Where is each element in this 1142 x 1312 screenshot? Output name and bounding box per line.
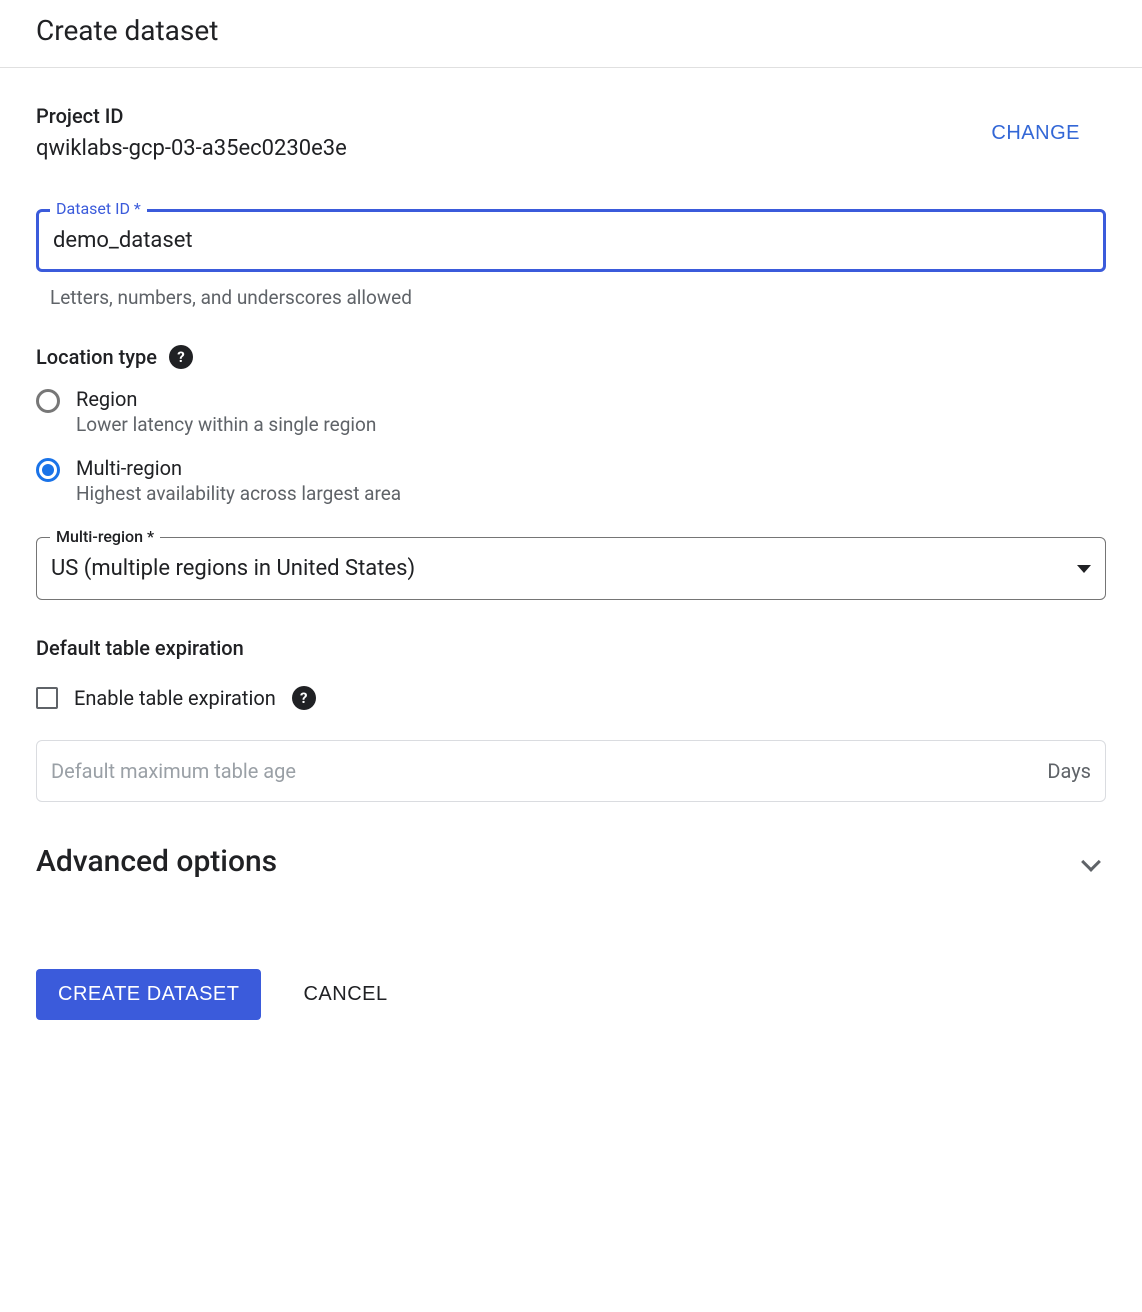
max-table-age-suffix: Days (1047, 759, 1091, 783)
create-dataset-button[interactable]: CREATE DATASET (36, 969, 261, 1020)
dataset-id-label: Dataset ID * (50, 199, 147, 218)
radio-button-multi-region[interactable] (36, 458, 60, 482)
max-table-age-placeholder: Default maximum table age (51, 759, 296, 783)
dataset-id-input[interactable] (36, 209, 1106, 272)
table-expiration-title: Default table expiration (36, 636, 1106, 660)
project-id-label: Project ID (36, 104, 347, 128)
location-type-label: Location type (36, 345, 157, 369)
action-buttons: CREATE DATASET CANCEL (36, 969, 1106, 1020)
location-type-header: Location type ? (36, 345, 1106, 369)
multi-region-select[interactable]: US (multiple regions in United States) (36, 537, 1106, 600)
project-id-value: qwiklabs-gcp-03-a35ec0230e3e (36, 136, 347, 161)
max-table-age-field: Default maximum table age Days (36, 740, 1106, 802)
advanced-options-toggle[interactable]: Advanced options (36, 844, 1106, 879)
radio-button-region[interactable] (36, 389, 60, 413)
help-icon[interactable]: ? (292, 686, 316, 710)
multi-region-select-wrap: Multi-region * US (multiple regions in U… (36, 537, 1106, 600)
chevron-down-icon (1081, 852, 1101, 872)
radio-option-multi-region[interactable]: Multi-region Highest availability across… (36, 456, 1106, 505)
enable-expiration-label: Enable table expiration (74, 686, 276, 710)
multi-region-label: Multi-region * (50, 527, 160, 546)
cancel-button[interactable]: CANCEL (303, 983, 387, 1006)
advanced-options-title: Advanced options (36, 844, 277, 879)
dataset-id-helper: Letters, numbers, and underscores allowe… (36, 280, 1106, 309)
dialog-content: Project ID qwiklabs-gcp-03-a35ec0230e3e … (0, 68, 1142, 1020)
max-table-age-input[interactable]: Default maximum table age Days (36, 740, 1106, 802)
enable-expiration-row: Enable table expiration ? (36, 686, 1106, 710)
enable-expiration-checkbox[interactable] (36, 687, 58, 709)
page-title: Create dataset (36, 14, 1106, 47)
help-icon[interactable]: ? (169, 345, 193, 369)
radio-option-region[interactable]: Region Lower latency within a single reg… (36, 387, 1106, 436)
radio-desc-multi-region: Highest availability across largest area (76, 482, 401, 505)
dialog-header: Create dataset (0, 0, 1142, 68)
radio-title-multi-region: Multi-region (76, 456, 401, 480)
multi-region-value: US (multiple regions in United States) (51, 556, 415, 581)
project-id-row: Project ID qwiklabs-gcp-03-a35ec0230e3e … (36, 104, 1106, 161)
dropdown-arrow-icon (1077, 565, 1091, 573)
radio-title-region: Region (76, 387, 376, 411)
dataset-id-field: Dataset ID * (36, 209, 1106, 272)
change-project-button[interactable]: CHANGE (991, 104, 1106, 145)
radio-desc-region: Lower latency within a single region (76, 413, 376, 436)
